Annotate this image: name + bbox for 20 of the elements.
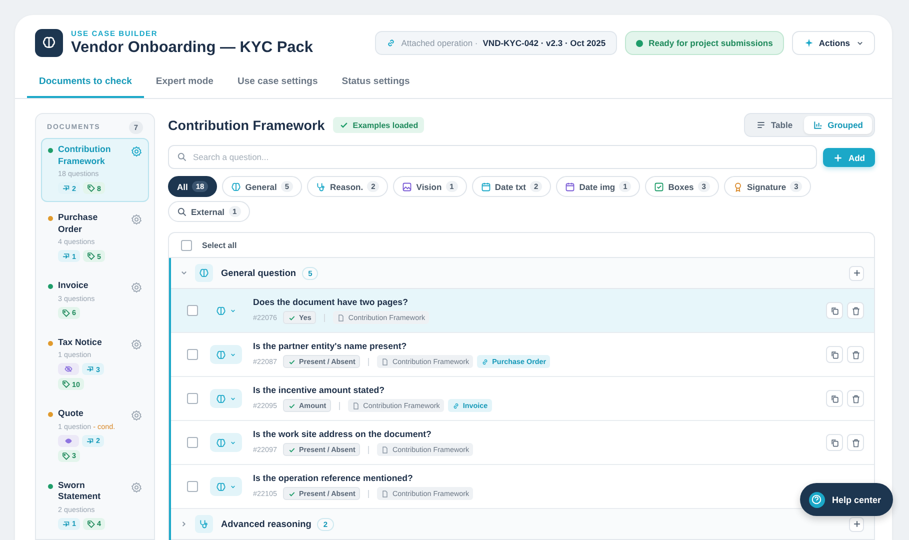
attached-label: Attached operation · [401, 38, 478, 48]
page-title: Vendor Onboarding — KYC Pack [71, 39, 314, 57]
status-label: Ready for project submissions [648, 38, 773, 48]
attached-value: VND-KYC-042 · v2.3 · Oct 2025 [482, 38, 606, 48]
document-name: Quote [58, 408, 84, 420]
badge-label: Examples loaded [352, 120, 418, 130]
document-name: Contribution Framework [58, 144, 112, 167]
select-all-label: Select all [202, 240, 237, 250]
document-name: Purchase Order [58, 212, 99, 235]
question-text: Is the partner entity's name present? [253, 341, 408, 351]
question-text: Is the work site address on the document? [253, 429, 432, 439]
document-title: Contribution Framework [168, 118, 325, 132]
question-text: Does the document have two pages? [253, 297, 409, 307]
group-name: Advanced reasoning [221, 519, 312, 529]
document-name: Sworn Statement [58, 480, 102, 502]
group-name: General question [221, 268, 296, 278]
question-text: Is the operation reference mentioned? [253, 473, 414, 483]
document-name: Invoice [58, 280, 90, 292]
document-name: Tax Notice [58, 336, 103, 348]
question-text: Is the incentive amount stated? [253, 385, 386, 395]
